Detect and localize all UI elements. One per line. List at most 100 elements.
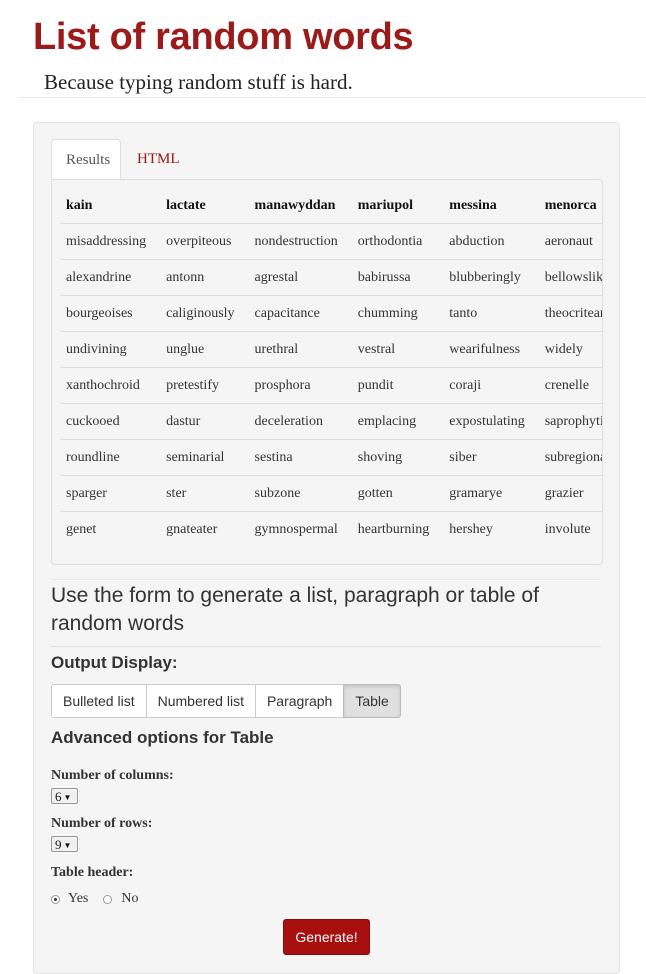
bulleted-list-button[interactable]: Bulleted list: [51, 684, 147, 718]
table-cell: misaddressing: [60, 223, 161, 260]
chevron-down-icon: ▼: [63, 841, 72, 850]
table-cell: theocritean: [538, 295, 602, 332]
table-cell: crenelle: [538, 367, 602, 404]
header-no-label: No: [121, 891, 139, 906]
table-cell: gymnospermal: [254, 521, 338, 537]
table-cell: shoving: [351, 439, 444, 476]
table-row: roundline seminarial sestina shoving siber su…: [60, 439, 602, 476]
generator-panel: Results HTML kain lactate manawyddan mar…: [33, 122, 620, 974]
table-cell: wearifulness: [443, 331, 539, 368]
table-cell: heartburning: [357, 521, 430, 537]
table-cell: saprophytically: [538, 403, 602, 440]
table-cell: expostulating: [443, 403, 539, 440]
table-cell: cuckooed: [60, 403, 161, 440]
page-title: List of random words: [33, 16, 414, 58]
header-yes-radio[interactable]: [51, 894, 60, 904]
table-cell: pundit: [351, 367, 444, 404]
table-row: genet gnateater gymnospermal heartburning he…: [60, 512, 602, 548]
table-cell: babirussa: [351, 259, 444, 296]
table-row: sparger ster subzone gotten gramarye grazier: [60, 475, 602, 512]
header-no-radio[interactable]: [103, 894, 113, 904]
table-cell: subregional: [538, 439, 602, 476]
table-header-label: Table header:: [51, 865, 134, 880]
table-cell: caliginously: [160, 295, 249, 332]
table-cell: vestral: [351, 331, 444, 368]
table-row: undivining unglue urethral vestral wearifuln…: [60, 331, 602, 368]
columns-select[interactable]: 6 ▼: [51, 788, 78, 804]
table-cell: ster: [160, 475, 249, 512]
table-cell: tanto: [443, 295, 539, 332]
header-yes-label: Yes: [68, 891, 89, 906]
columns-label: Number of columns:: [51, 768, 174, 783]
words-table: kain lactate manawyddan mariupol messina…: [60, 188, 602, 548]
results-pane: kain lactate manawyddan mariupol messina…: [51, 179, 603, 565]
table-cell: alexandrine: [60, 259, 161, 296]
column-header: mariupol: [351, 188, 444, 224]
table-row: cuckooed dastur deceleration emplacing expos…: [60, 403, 602, 440]
advanced-options-heading: Advanced options for Table: [51, 728, 274, 747]
table-cell: seminarial: [160, 439, 249, 476]
rows-label: Number of rows:: [51, 816, 153, 831]
table-cell: involute: [544, 521, 591, 537]
columns-value: 6: [55, 789, 62, 804]
table-row: xanthochroid pretestify prosphora pundit cor…: [60, 367, 602, 404]
table-cell: agrestal: [248, 259, 352, 296]
table-header-row: kain lactate manawyddan mariupol messina…: [60, 188, 602, 224]
table-cell: antonn: [160, 259, 249, 296]
table-cell: xanthochroid: [60, 367, 161, 404]
table-cell: undivining: [60, 331, 161, 368]
table-button[interactable]: Table: [343, 684, 401, 718]
table-cell: bellowslike: [538, 259, 602, 296]
table-cell: capacitance: [248, 295, 352, 332]
table-cell: deceleration: [248, 403, 352, 440]
table-cell: orthodontia: [351, 223, 444, 260]
table-cell: sparger: [60, 475, 161, 512]
output-display-toggle: Bulleted list Numbered list Paragraph Ta…: [51, 684, 401, 718]
column-header: manawyddan: [248, 188, 352, 224]
table-cell: emplacing: [351, 403, 444, 440]
table-cell: gramarye: [443, 475, 539, 512]
tab-html[interactable]: HTML: [123, 139, 193, 179]
table-cell: hershey: [449, 521, 493, 537]
rows-value: 9: [55, 837, 62, 852]
table-cell: coraji: [443, 367, 539, 404]
table-header-options: Yes No: [51, 891, 139, 907]
table-cell: overpiteous: [160, 223, 249, 260]
table-cell: urethral: [248, 331, 352, 368]
table-cell: sestina: [248, 439, 352, 476]
rows-select[interactable]: 9 ▼: [51, 836, 78, 852]
column-header: menorca: [538, 188, 602, 224]
table-cell: gnateater: [166, 521, 218, 537]
page-subtitle: Because typing random stuff is hard.: [44, 70, 353, 94]
table-cell: aeronaut: [538, 223, 602, 260]
table-row: alexandrine antonn agrestal babirussa blubbe…: [60, 259, 602, 296]
table-cell: pretestify: [160, 367, 249, 404]
table-row: misaddressing overpiteous nondestruction or…: [60, 223, 602, 260]
table-cell: roundline: [60, 439, 161, 476]
tab-results[interactable]: Results: [51, 139, 121, 179]
generate-button[interactable]: Generate!: [283, 919, 370, 955]
table-cell: widely: [538, 331, 602, 368]
paragraph-button[interactable]: Paragraph: [254, 684, 345, 718]
column-header: lactate: [160, 188, 249, 224]
column-header: messina: [443, 188, 539, 224]
table-cell: blubberingly: [443, 259, 539, 296]
table-cell: gotten: [351, 475, 444, 512]
table-cell: subzone: [248, 475, 352, 512]
table-cell: prosphora: [248, 367, 352, 404]
table-row: bourgeoises caliginously capacitance chummi…: [60, 295, 602, 332]
table-cell: siber: [443, 439, 539, 476]
column-header: kain: [60, 188, 161, 224]
table-cell: genet: [66, 521, 97, 537]
table-cell: grazier: [538, 475, 602, 512]
output-display-heading: Output Display:: [51, 653, 178, 672]
table-cell: unglue: [160, 331, 249, 368]
table-cell: nondestruction: [248, 223, 352, 260]
table-cell: abduction: [443, 223, 539, 260]
table-cell: dastur: [160, 403, 249, 440]
chevron-down-icon: ▼: [63, 793, 72, 802]
numbered-list-button[interactable]: Numbered list: [145, 684, 256, 718]
header-divider: [18, 97, 646, 98]
table-cell: bourgeoises: [60, 295, 161, 332]
form-intro: Use the form to generate a list, paragra…: [51, 579, 601, 647]
